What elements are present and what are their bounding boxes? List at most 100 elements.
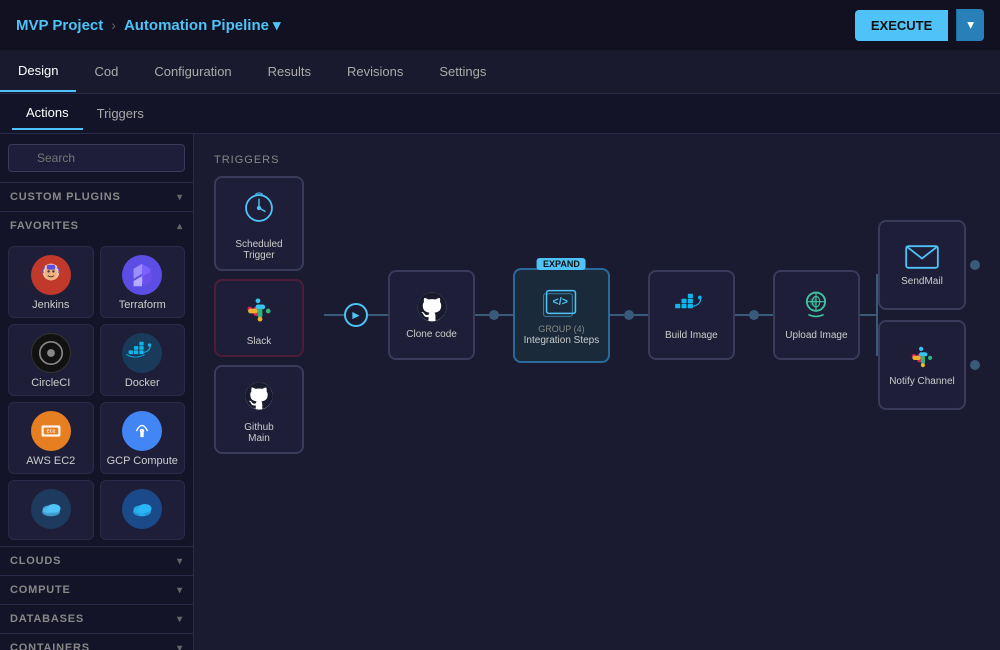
tab-results[interactable]: Results [250,52,329,91]
jenkins-label: Jenkins [32,299,69,311]
upload-image-label: Upload Image [785,329,847,342]
favorites-label: FAVORITES [10,220,79,232]
connector-2 [475,310,513,320]
awsec2-icon: EC2 [31,411,71,451]
jenkins-icon [31,255,71,295]
plugin-terraform[interactable]: Terraform [100,246,186,318]
terraform-icon [122,255,162,295]
pipeline-name: Automation Pipeline [124,17,269,34]
triggers-label: TRIGGERS [214,154,980,166]
search-input[interactable] [8,144,185,172]
tab-revisions[interactable]: Revisions [329,52,421,91]
main-content: 🔍 CUSTOM PLUGINS ▾ FAVORITES ▴ [0,134,1000,650]
section-clouds[interactable]: CLOUDS ▾ [0,546,193,575]
tab-settings[interactable]: Settings [421,52,504,91]
node-clone-code[interactable]: Clone code [388,270,475,360]
search-box: 🔍 [0,134,193,182]
compute-chevron: ▾ [177,585,183,596]
tab-design[interactable]: Design [0,51,76,92]
awsec2-label: AWS EC2 [26,455,75,467]
build-image-label: Build Image [665,329,718,342]
section-compute[interactable]: COMPUTE ▾ [0,575,193,604]
top-bar: MVP Project › Automation Pipeline ▾ EXEC… [0,0,1000,50]
section-custom-plugins: CUSTOM PLUGINS ▾ [0,182,193,211]
section-favorites: FAVORITES ▴ [0,211,193,546]
execute-dropdown-button[interactable]: ▾ [956,9,984,41]
split-area [860,275,878,355]
execute-button[interactable]: EXECUTE [855,10,948,41]
containers-label: CONTAINERS [10,642,90,650]
plugin-awsec2[interactable]: EC2 AWS EC2 [8,402,94,474]
sidebar: 🔍 CUSTOM PLUGINS ▾ FAVORITES ▴ [0,134,194,650]
trigger-scheduled[interactable]: ScheduledTrigger [214,176,304,271]
subtab-triggers[interactable]: Triggers [83,98,158,129]
sendmail-label: SendMail [901,275,943,288]
trigger-slack[interactable]: Slack [214,279,304,357]
github-label: GithubMain [244,422,273,444]
connector-3 [610,310,648,320]
section-containers[interactable]: CONTAINERS ▾ [0,633,193,650]
custom-plugins-chevron: ▾ [177,192,183,203]
notify-slack-icon [907,342,937,375]
triggers-column: ScheduledTrigger [214,176,304,454]
circleci-label: CircleCI [31,377,70,389]
custom-plugins-label: CUSTOM PLUGINS [10,191,121,203]
plugin-cloud2[interactable] [100,480,186,540]
node-integration-steps[interactable]: EXPAND </> GROUP (4) Integration Steps [513,268,610,363]
h-line-1 [324,314,344,316]
cloud1-icon [31,489,71,529]
h-line-2 [368,314,388,316]
section-databases[interactable]: DATABASES ▾ [0,604,193,633]
plugin-gcpcompute[interactable]: GCP Compute [100,402,186,474]
group-badge-label: GROUP (4) [538,324,584,334]
sub-tab-bar: Actions Triggers [0,94,1000,134]
slack-trigger-label: Slack [247,336,271,347]
breadcrumb-project[interactable]: MVP Project [16,17,103,34]
tab-code[interactable]: Cod [76,52,136,91]
tab-configuration[interactable]: Configuration [136,52,249,91]
sendmail-row: SendMail [878,220,980,310]
compute-label: COMPUTE [10,584,71,596]
build-image-icon [672,288,710,329]
integration-steps-label: Integration Steps [524,334,600,347]
node-build-image[interactable]: Build Image [648,270,735,360]
gcpcompute-label: GCP Compute [107,455,178,467]
node-notify-channel[interactable]: Notify Channel [878,320,966,410]
custom-plugins-header[interactable]: CUSTOM PLUGINS ▾ [0,183,193,211]
plugin-circleci[interactable]: CircleCI [8,324,94,396]
databases-chevron: ▾ [177,614,183,625]
svg-text:EC2: EC2 [46,429,55,434]
right-branch-nodes: SendMail [878,220,980,410]
clouds-label: CLOUDS [10,555,61,567]
favorites-grid: Jenkins Terraform [0,240,193,546]
trigger-github[interactable]: GithubMain [214,365,304,454]
docker-icon [122,333,162,373]
favorites-header[interactable]: FAVORITES ▴ [0,212,193,240]
sendmail-dot [970,260,980,270]
breadcrumb-pipeline[interactable]: Automation Pipeline ▾ [124,16,281,34]
scheduled-label: ScheduledTrigger [235,239,282,261]
plugin-cloud1[interactable] [8,480,94,540]
connector-4 [735,310,773,320]
plugin-docker[interactable]: Docker [100,324,186,396]
integration-steps-icon: </> [542,283,580,324]
node-sendmail[interactable]: SendMail [878,220,966,310]
trigger-connector: ► [324,303,388,327]
cloud2-icon [122,489,162,529]
github-icon [242,379,276,416]
jfrog-icon [797,288,835,329]
plugin-jenkins[interactable]: Jenkins [8,246,94,318]
gcpcompute-icon [122,411,162,451]
scheduled-icon [241,190,277,233]
sendmail-icon [904,242,940,275]
start-circle: ► [344,303,368,327]
slack-icon [242,293,276,330]
notify-channel-label: Notify Channel [889,375,955,388]
svg-text:</>: </> [553,296,568,308]
node-upload-image[interactable]: Upload Image [773,270,860,360]
containers-chevron: ▾ [177,643,183,650]
subtab-actions[interactable]: Actions [12,97,83,130]
clone-code-label: Clone code [406,328,457,341]
breadcrumb-separator: › [111,17,116,33]
pipeline-container: ScheduledTrigger [214,176,980,454]
